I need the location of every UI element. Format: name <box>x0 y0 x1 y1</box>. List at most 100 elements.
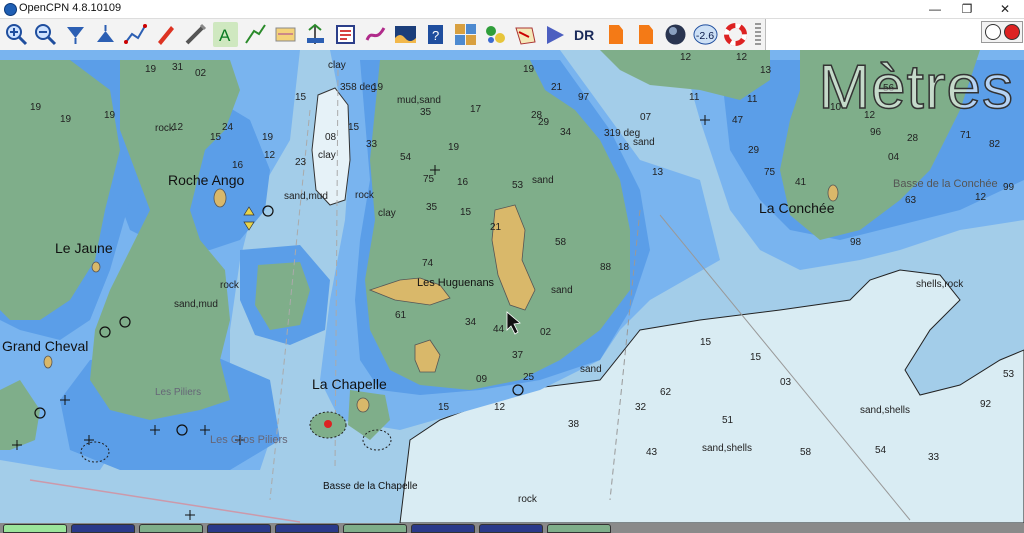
sounding-value: 23 <box>295 157 307 168</box>
mark-icon[interactable] <box>153 22 178 47</box>
main-toolbar: A ? DR -2.6 <box>0 19 766 51</box>
help-icon[interactable]: ? <box>423 22 448 47</box>
sounding-value: 29 <box>748 145 760 156</box>
seabed-sand-mud-2: sand,mud <box>174 299 218 310</box>
dashboard-icon[interactable] <box>633 22 658 47</box>
label-basse-chapelle: Basse de la Chapelle <box>323 481 418 492</box>
sounding-value: 11 <box>689 92 700 103</box>
islet-grand-cheval <box>43 355 53 369</box>
lifebuoy-icon[interactable] <box>723 22 748 47</box>
chart-key[interactable] <box>343 524 407 533</box>
dr-label: DR <box>574 27 594 43</box>
waypoint-icon[interactable] <box>363 22 388 47</box>
label-grand-cheval: Grand Cheval <box>2 338 88 354</box>
seabed-shells-rock: shells,rock <box>916 279 964 290</box>
sounding-value: 99 <box>1003 182 1015 193</box>
window-title: OpenCPN 4.8.10109 <box>19 2 122 14</box>
chart-key[interactable] <box>411 524 475 533</box>
sounding-value: 16 <box>457 177 469 188</box>
sounding-value: 12 <box>736 52 748 63</box>
sounding-value: 15 <box>700 337 712 348</box>
seabed-mud-sand: mud,sand <box>397 95 441 106</box>
chart-options-icon[interactable] <box>303 22 328 47</box>
seabed-rock-4: rock <box>518 494 538 505</box>
sounding-value: 35 <box>420 107 432 118</box>
sounding-value: 34 <box>465 317 477 328</box>
mob-icon[interactable] <box>513 22 538 47</box>
compass-icon[interactable] <box>985 24 1001 40</box>
islet-chapelle <box>356 397 370 413</box>
sounding-value: 21 <box>490 222 502 233</box>
sounding-value: 04 <box>888 152 900 163</box>
sounding-value: 71 <box>960 130 972 141</box>
seabed-sand-shells-2: sand,shells <box>702 443 752 454</box>
sounding-value: 25 <box>523 372 535 383</box>
plugin-icon[interactable] <box>543 22 568 47</box>
sounding-value: 47 <box>732 115 744 126</box>
sounding-value: 18 <box>618 142 630 153</box>
chart-key[interactable] <box>547 524 611 533</box>
chart-key[interactable] <box>275 524 339 533</box>
depth-value: -2.6 <box>696 30 714 42</box>
clay-shoal <box>311 87 351 206</box>
tide-icon[interactable] <box>393 22 418 47</box>
restore-button[interactable]: ❐ <box>952 0 982 18</box>
label-les-huguenans: Les Huguenans <box>417 277 495 289</box>
chart-key[interactable] <box>3 524 67 533</box>
layer-icon[interactable] <box>483 22 508 47</box>
minimize-button[interactable]: — <box>920 0 950 18</box>
sounding-value: 82 <box>989 139 1001 150</box>
sounding-value: 28 <box>907 133 919 144</box>
sounding-value: 75 <box>423 174 435 185</box>
zoom-in-icon[interactable] <box>4 22 29 47</box>
text-icon[interactable] <box>333 22 358 47</box>
sounding-value: 44 <box>493 324 505 335</box>
compass-widget[interactable] <box>981 21 1023 43</box>
plugin2-icon[interactable] <box>603 22 628 47</box>
depth-icon[interactable]: -2.6 <box>693 22 719 47</box>
sounding-value: 24 <box>222 122 234 133</box>
islet-roche-ango <box>213 188 227 208</box>
islet-le-jaune <box>91 261 101 273</box>
sounding-value: 37 <box>512 350 524 361</box>
chart-quilt-icon[interactable] <box>453 22 478 47</box>
toolbar-grip[interactable] <box>755 23 761 46</box>
seabed-rock-2: rock <box>355 190 375 201</box>
dr-icon[interactable]: DR <box>573 22 598 47</box>
sounding-value: 12 <box>264 150 276 161</box>
sounding-value: 19 <box>145 64 157 75</box>
chart-key[interactable] <box>479 524 543 533</box>
measure-icon[interactable] <box>183 22 208 47</box>
route-icon[interactable] <box>123 22 148 47</box>
sounding-value: 61 <box>395 310 407 321</box>
sounding-value: 19 <box>448 142 460 153</box>
close-button[interactable]: ✕ <box>990 0 1020 18</box>
scale-down-icon[interactable] <box>63 22 88 47</box>
gps-status-icon <box>1004 24 1020 40</box>
sounding-value: 02 <box>540 327 552 338</box>
svg-text:?: ? <box>432 28 439 43</box>
chart-key[interactable] <box>207 524 271 533</box>
globe-icon[interactable] <box>663 22 688 47</box>
route-manager-icon[interactable] <box>273 22 298 47</box>
sounding-value: 16 <box>232 160 244 171</box>
sounding-value: 33 <box>928 452 940 463</box>
chart-key[interactable] <box>71 524 135 533</box>
label-basse-conchee: Basse de la Conchée <box>893 178 998 190</box>
seabed-clay-2: clay <box>318 150 336 161</box>
sounding-value: 03 <box>780 377 792 388</box>
label-la-conchee: La Conchée <box>759 200 835 216</box>
sounding-value: 19 <box>30 102 42 113</box>
seabed-clay-1: clay <box>328 60 346 71</box>
sounding-value: 08 <box>325 132 337 143</box>
sounding-value: 12 <box>172 122 184 133</box>
sounding-value: 97 <box>578 92 590 103</box>
ais-icon[interactable]: A <box>213 22 238 47</box>
chart-bar <box>0 523 1024 533</box>
svg-text:A: A <box>219 26 231 45</box>
sounding-value: 19 <box>523 64 535 75</box>
track-icon[interactable] <box>243 22 268 47</box>
scale-up-icon[interactable] <box>93 22 118 47</box>
chart-key[interactable] <box>139 524 203 533</box>
zoom-out-icon[interactable] <box>33 22 58 47</box>
